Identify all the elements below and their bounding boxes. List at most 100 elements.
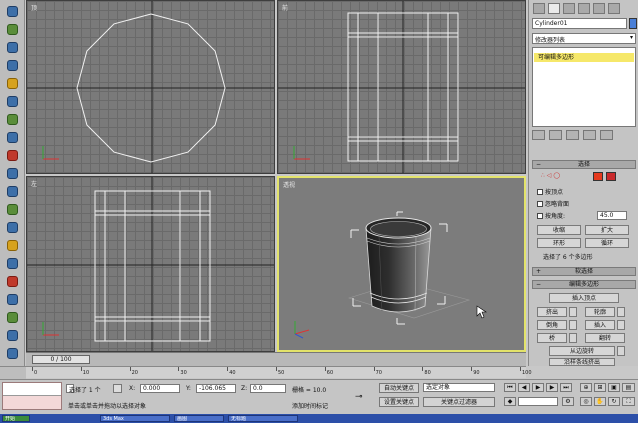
maxscript-listener[interactable] bbox=[2, 382, 62, 410]
rollout-selection[interactable]: − 选择 bbox=[532, 160, 636, 169]
taskbar-item-3dsmax[interactable]: 3ds Max bbox=[100, 415, 170, 422]
modifier-list-dropdown[interactable]: 修改器列表 ▾ bbox=[532, 33, 636, 44]
time-config-icon[interactable]: ⚙ bbox=[562, 397, 574, 406]
polygon-mode-icon[interactable] bbox=[593, 172, 603, 181]
tab-display[interactable] bbox=[593, 2, 605, 14]
flip-button[interactable]: 翻转 bbox=[585, 333, 625, 343]
quick-render-icon[interactable] bbox=[3, 274, 22, 289]
taskbar-item-paint[interactable]: 画图 bbox=[174, 415, 224, 422]
object-name-field[interactable]: Cylinder01 bbox=[532, 18, 627, 29]
tab-motion[interactable] bbox=[578, 2, 590, 14]
viewport-perspective[interactable]: 透视 bbox=[277, 176, 526, 352]
mirror-icon[interactable] bbox=[3, 202, 22, 217]
tab-hierarchy[interactable] bbox=[563, 2, 575, 14]
select-region-icon[interactable] bbox=[3, 130, 22, 145]
insert-vertex-button[interactable]: 插入顶点 bbox=[549, 293, 619, 303]
selected-dropdown[interactable]: 选定对象 bbox=[423, 383, 495, 392]
stack-item-editable-poly[interactable]: 可编辑多边形 bbox=[534, 53, 634, 62]
bevel-settings-icon[interactable] bbox=[569, 320, 577, 330]
key-mode-icon[interactable]: ◆ bbox=[504, 397, 516, 406]
arc-rotate-icon[interactable]: ↻ bbox=[608, 397, 620, 406]
extrude-along-spline-button[interactable]: 沿样条线挤出 bbox=[549, 358, 615, 366]
zoom-extents-icon[interactable]: ▣ bbox=[608, 383, 620, 392]
y-coordinate-field[interactable]: -106.065 bbox=[196, 384, 236, 393]
extrude-settings-icon[interactable] bbox=[569, 307, 577, 317]
material-editor-icon[interactable] bbox=[3, 238, 22, 253]
set-key-icon[interactable]: ⊸ bbox=[355, 393, 371, 403]
modifier-stack[interactable]: 可编辑多边形 bbox=[532, 47, 636, 127]
snap-toggle-icon[interactable] bbox=[3, 346, 22, 361]
make-unique-icon[interactable] bbox=[566, 130, 579, 140]
undo-icon[interactable] bbox=[3, 4, 22, 19]
render-setup-icon[interactable] bbox=[3, 256, 22, 271]
start-button[interactable]: 开始 bbox=[2, 415, 30, 422]
redo-icon[interactable] bbox=[3, 22, 22, 37]
lock-selection-icon[interactable] bbox=[113, 384, 122, 393]
taskbar-item-untitled[interactable]: 无标题 bbox=[228, 415, 298, 422]
key-filters-button[interactable]: 关键点过滤器 bbox=[423, 397, 495, 407]
layer-manager-icon[interactable] bbox=[3, 328, 22, 343]
curve-editor-icon[interactable] bbox=[3, 292, 22, 307]
tab-create[interactable] bbox=[533, 2, 545, 14]
time-slider[interactable]: 0 / 100 bbox=[32, 355, 90, 364]
grow-button[interactable]: 扩大 bbox=[585, 225, 629, 235]
viewport-left[interactable]: 左 bbox=[26, 176, 275, 352]
object-color-swatch[interactable] bbox=[629, 18, 637, 29]
shrink-button[interactable]: 收缩 bbox=[537, 225, 581, 235]
remove-modifier-icon[interactable] bbox=[583, 130, 596, 140]
maximize-viewport-icon[interactable]: ⛶ bbox=[622, 397, 635, 406]
bridge-settings-icon[interactable] bbox=[569, 333, 577, 343]
zoom-all-icon[interactable]: ⊞ bbox=[594, 383, 606, 392]
extrude-button[interactable]: 挤出 bbox=[537, 307, 567, 317]
next-frame-icon[interactable]: ▶ bbox=[546, 383, 558, 392]
show-end-result-icon[interactable] bbox=[549, 130, 562, 140]
element-mode-icon[interactable] bbox=[606, 172, 616, 181]
hinge-settings-icon[interactable] bbox=[617, 346, 625, 356]
bind-space-warp-icon[interactable] bbox=[3, 76, 22, 91]
zoom-icon[interactable]: ⊕ bbox=[580, 383, 592, 392]
track-bar-ruler[interactable]: 0 10 20 30 40 50 60 70 80 90 100 bbox=[26, 366, 532, 378]
pin-stack-icon[interactable] bbox=[532, 130, 545, 140]
auto-key-button[interactable]: 自动关键点 bbox=[379, 383, 419, 393]
select-rotate-icon[interactable] bbox=[3, 166, 22, 181]
select-by-name-icon[interactable] bbox=[3, 112, 22, 127]
align-icon[interactable] bbox=[3, 220, 22, 235]
link-icon[interactable] bbox=[3, 40, 22, 55]
zoom-extents-all-icon[interactable]: ▤ bbox=[622, 383, 635, 392]
previous-frame-icon[interactable]: ◀ bbox=[518, 383, 530, 392]
select-object-icon[interactable] bbox=[3, 94, 22, 109]
by-vertex-checkbox[interactable]: 按顶点 bbox=[537, 187, 563, 196]
mini-curve-editor-toggle[interactable] bbox=[0, 366, 26, 379]
inset-button[interactable]: 插入 bbox=[585, 320, 615, 330]
bevel-button[interactable]: 倒角 bbox=[537, 320, 567, 330]
pan-icon[interactable]: ✋ bbox=[594, 397, 606, 406]
go-to-start-icon[interactable]: ⏮ bbox=[504, 383, 516, 392]
add-time-tag[interactable]: 添加时间标记 bbox=[292, 401, 328, 410]
tab-modify[interactable] bbox=[548, 2, 560, 14]
current-frame-field[interactable] bbox=[518, 397, 558, 406]
outline-settings-icon[interactable] bbox=[617, 307, 625, 317]
viewport-top[interactable]: 顶 bbox=[26, 0, 275, 174]
loop-button[interactable]: 循环 bbox=[585, 238, 629, 248]
unlink-icon[interactable] bbox=[3, 58, 22, 73]
select-scale-icon[interactable] bbox=[3, 184, 22, 199]
play-icon[interactable]: ▶ bbox=[532, 383, 544, 392]
subobject-icons[interactable]: ∴ ◁ ◯ bbox=[541, 172, 560, 179]
ring-button[interactable]: 环形 bbox=[537, 238, 581, 248]
bridge-button[interactable]: 桥 bbox=[537, 333, 567, 343]
outline-button[interactable]: 轮廓 bbox=[585, 307, 615, 317]
x-coordinate-field[interactable]: 0.000 bbox=[140, 384, 180, 393]
by-angle-checkbox[interactable]: 按角度: bbox=[537, 211, 565, 220]
rollout-edit-polygons[interactable]: − 编辑多边形 bbox=[532, 280, 636, 289]
ignore-backfacing-checkbox[interactable]: 忽略背面 bbox=[537, 199, 569, 208]
hinge-from-edge-button[interactable]: 从边旋转 bbox=[549, 346, 615, 356]
field-of-view-icon[interactable]: ◎ bbox=[580, 397, 592, 406]
schematic-view-icon[interactable] bbox=[3, 310, 22, 325]
rollout-soft-selection[interactable]: + 软选择 bbox=[532, 267, 636, 276]
inset-settings-icon[interactable] bbox=[617, 320, 625, 330]
angle-spinner[interactable]: 45.0 bbox=[597, 211, 627, 220]
tab-utilities[interactable] bbox=[608, 2, 620, 14]
configure-sets-icon[interactable] bbox=[600, 130, 613, 140]
set-key-button[interactable]: 设置关键点 bbox=[379, 397, 419, 407]
select-move-icon[interactable] bbox=[3, 148, 22, 163]
